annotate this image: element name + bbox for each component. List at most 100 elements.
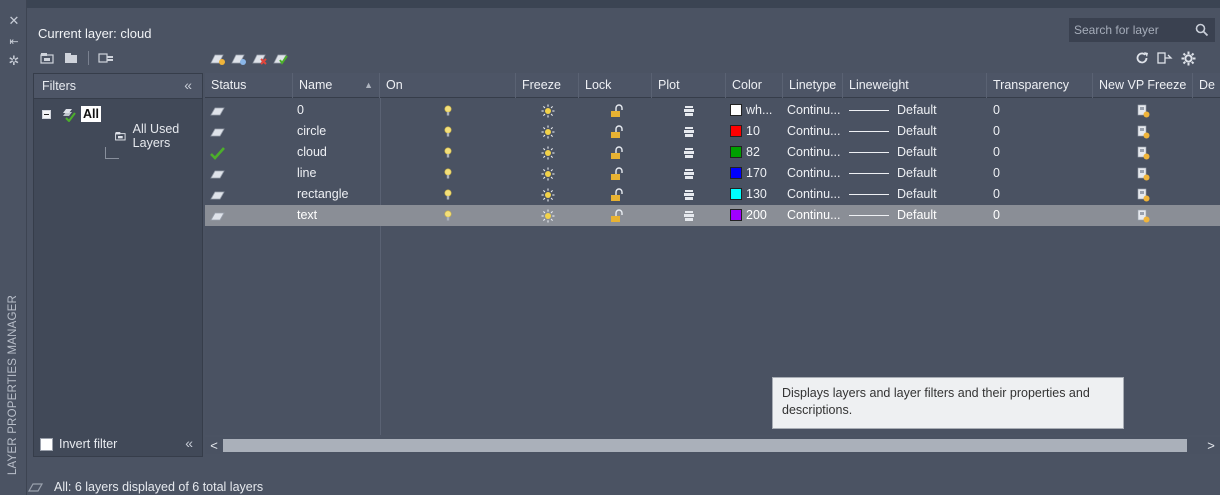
invert-filter-label[interactable]: Invert filter <box>59 437 117 451</box>
column-header-lock[interactable]: Lock <box>579 73 652 98</box>
lock-toggle[interactable] <box>579 205 652 226</box>
lock-toggle[interactable] <box>579 121 652 142</box>
scroll-right-icon[interactable]: > <box>1203 437 1219 454</box>
invert-filter-checkbox[interactable] <box>40 437 53 451</box>
new-vp-freeze-toggle[interactable] <box>1093 121 1193 142</box>
new-vp-freeze-toggle[interactable] <box>1093 163 1193 184</box>
new-vp-freeze-toggle[interactable] <box>1093 100 1193 121</box>
on-toggle[interactable] <box>380 121 516 142</box>
layer-translator-button[interactable] <box>1156 50 1174 66</box>
transparency-cell[interactable]: 0 <box>993 205 1093 226</box>
lock-toggle[interactable] <box>579 163 652 184</box>
settings-button[interactable] <box>1179 50 1197 66</box>
column-header-new-vp-freeze[interactable]: New VP Freeze <box>1093 73 1193 98</box>
color-cell[interactable]: 82 <box>730 142 783 163</box>
collapse-filters-icon[interactable]: « <box>184 77 192 93</box>
lineweight-cell[interactable]: Default <box>849 121 987 142</box>
status-cell[interactable] <box>209 100 293 121</box>
lineweight-cell[interactable]: Default <box>849 205 987 226</box>
column-header-plot[interactable]: Plot <box>652 73 726 98</box>
freeze-toggle[interactable] <box>516 100 579 121</box>
color-cell[interactable]: wh... <box>730 100 783 121</box>
column-header-status[interactable]: Status <box>205 73 293 98</box>
lineweight-cell[interactable]: Default <box>849 142 987 163</box>
plot-toggle[interactable] <box>652 121 726 142</box>
layer-row-text[interactable]: text 200 Continu... Default 0 <box>205 205 1220 226</box>
freeze-toggle[interactable] <box>516 142 579 163</box>
collapse-panel-icon[interactable]: « <box>185 435 193 451</box>
column-header-name[interactable]: Name ▲ <box>293 73 380 98</box>
new-vp-freeze-toggle[interactable] <box>1093 184 1193 205</box>
horizontal-scrollbar[interactable]: < > <box>205 437 1220 454</box>
plot-toggle[interactable] <box>652 100 726 121</box>
set-current-button[interactable] <box>271 51 289 67</box>
plot-toggle[interactable] <box>652 205 726 226</box>
new-layer-button[interactable] <box>208 51 226 67</box>
color-cell[interactable]: 10 <box>730 121 783 142</box>
auto-hide-icon[interactable]: ⇤ <box>7 35 21 49</box>
transparency-cell[interactable]: 0 <box>993 100 1093 121</box>
color-cell[interactable]: 200 <box>730 205 783 226</box>
linetype-cell[interactable]: Continu... <box>787 100 843 121</box>
layer-row-cloud[interactable]: cloud 82 Continu... Default 0 <box>205 142 1220 163</box>
status-cell[interactable] <box>209 163 293 184</box>
filter-tree-item-all[interactable]: All <box>42 104 101 124</box>
plot-toggle[interactable] <box>652 184 726 205</box>
new-layer-vp-frozen-button[interactable] <box>229 51 247 67</box>
refresh-button[interactable] <box>1133 50 1151 66</box>
status-cell[interactable] <box>209 184 293 205</box>
lock-toggle[interactable] <box>579 100 652 121</box>
transparency-cell[interactable]: 0 <box>993 163 1093 184</box>
on-toggle[interactable] <box>380 100 516 121</box>
lineweight-cell[interactable]: Default <box>849 163 987 184</box>
lock-toggle[interactable] <box>579 184 652 205</box>
status-cell[interactable] <box>209 121 293 142</box>
layer-row-rectangle[interactable]: rectangle 130 Continu... Default 0 <box>205 184 1220 205</box>
lock-toggle[interactable] <box>579 142 652 163</box>
column-header-color[interactable]: Color <box>726 73 783 98</box>
collapse-node-icon[interactable] <box>42 109 51 119</box>
color-cell[interactable]: 170 <box>730 163 783 184</box>
layer-row-line[interactable]: line 170 Continu... Default 0 <box>205 163 1220 184</box>
scroll-left-icon[interactable]: < <box>206 437 222 454</box>
linetype-cell[interactable]: Continu... <box>787 142 843 163</box>
transparency-cell[interactable]: 0 <box>993 184 1093 205</box>
on-toggle[interactable] <box>380 163 516 184</box>
transparency-cell[interactable]: 0 <box>993 121 1093 142</box>
linetype-cell[interactable]: Continu... <box>787 163 843 184</box>
freeze-toggle[interactable] <box>516 184 579 205</box>
new-vp-freeze-toggle[interactable] <box>1093 205 1193 226</box>
column-header-linetype[interactable]: Linetype <box>783 73 843 98</box>
filter-tree-item-all-used-layers[interactable]: All Used Layers <box>94 122 202 150</box>
new-property-filter-button[interactable] <box>38 50 56 66</box>
layer-name[interactable]: 0 <box>297 100 380 121</box>
search-icon[interactable] <box>1195 23 1209 37</box>
status-cell[interactable] <box>209 205 293 226</box>
new-vp-freeze-toggle[interactable] <box>1093 142 1193 163</box>
on-toggle[interactable] <box>380 205 516 226</box>
plot-toggle[interactable] <box>652 163 726 184</box>
close-icon[interactable]: ✕ <box>7 14 21 28</box>
layer-name[interactable]: rectangle <box>297 184 380 205</box>
properties-menu-icon[interactable]: ✲ <box>7 54 21 68</box>
delete-layer-button[interactable] <box>250 51 268 67</box>
lineweight-cell[interactable]: Default <box>849 100 987 121</box>
freeze-toggle[interactable] <box>516 121 579 142</box>
linetype-cell[interactable]: Continu... <box>787 205 843 226</box>
status-cell[interactable] <box>209 142 293 163</box>
color-cell[interactable]: 130 <box>730 184 783 205</box>
linetype-cell[interactable]: Continu... <box>787 121 843 142</box>
layer-name[interactable]: text <box>297 205 380 226</box>
on-toggle[interactable] <box>380 184 516 205</box>
scrollbar-thumb[interactable] <box>223 439 1187 452</box>
layer-states-manager-button[interactable] <box>97 50 115 66</box>
column-header-transparency[interactable]: Transparency <box>987 73 1093 98</box>
column-header-description[interactable]: De <box>1193 73 1220 98</box>
lineweight-cell[interactable]: Default <box>849 184 987 205</box>
layer-name[interactable]: cloud <box>297 142 380 163</box>
layer-name[interactable]: circle <box>297 121 380 142</box>
search-input[interactable] <box>1074 21 1192 39</box>
layer-row-0[interactable]: 0 wh... Continu... Default 0 <box>205 100 1220 121</box>
search-box[interactable] <box>1069 18 1215 42</box>
new-group-filter-button[interactable] <box>62 50 80 66</box>
